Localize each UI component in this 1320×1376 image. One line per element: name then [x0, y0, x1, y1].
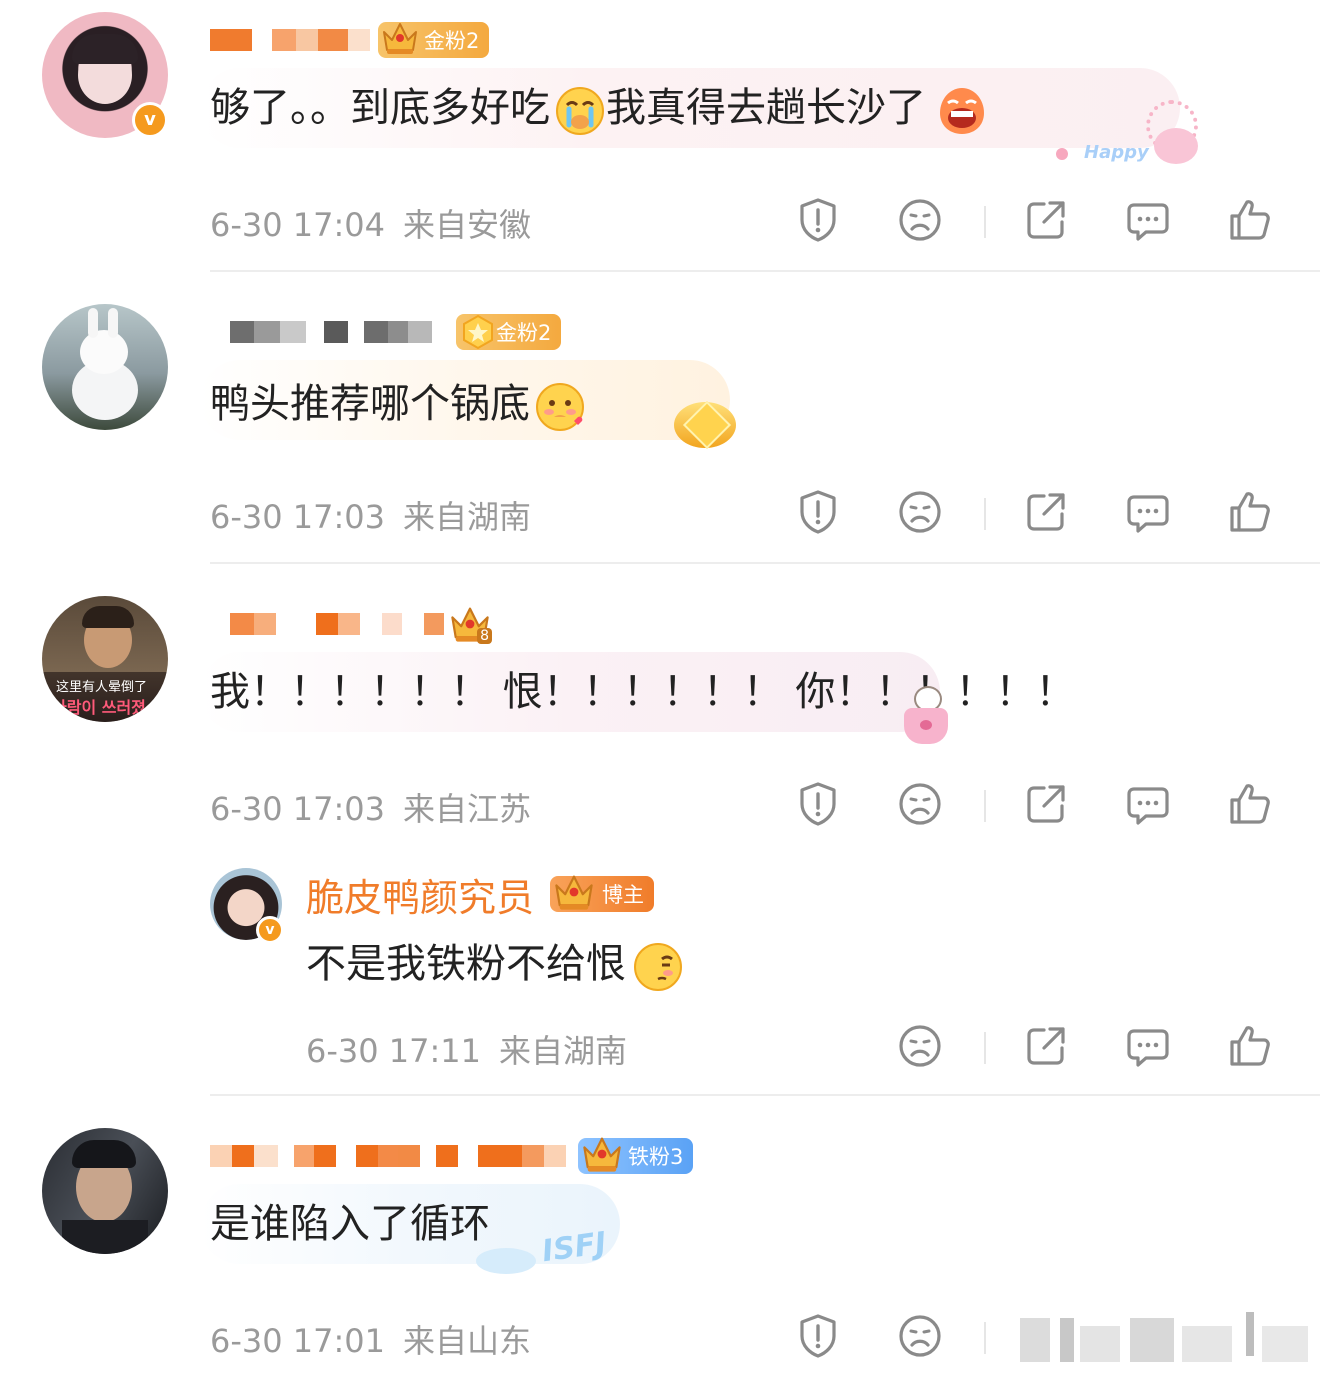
verified-badge-icon: v [132, 102, 168, 138]
username-row[interactable]: 金粉2 [210, 306, 562, 358]
pot-decoration [900, 684, 952, 746]
avatar[interactable]: 这里有人晕倒了 사람이 쓰러졌 [42, 596, 168, 722]
action-separator [984, 206, 986, 238]
reply-item: v 脆皮鸭颜究员 博主 不是我铁粉不给恨 6-30 17:11 来自湖南 [0, 864, 1320, 1070]
comment-text-part-2: 我真得去趟长沙了 [606, 85, 926, 131]
comment-divider [210, 562, 1320, 564]
comment-divider [210, 270, 1320, 272]
happy-decoration: Happy [1050, 100, 1200, 170]
reply-icon[interactable] [1124, 196, 1172, 244]
comment-divider [210, 1094, 1320, 1096]
comment-actions [0, 780, 1320, 836]
gold-medal-icon [458, 312, 498, 352]
comment-actions [0, 196, 1320, 252]
host-medal-label: 博主 [602, 883, 645, 907]
report-icon[interactable] [794, 1312, 842, 1360]
comment-text-part-1: 够了。。到底多好吃 [210, 85, 550, 131]
crown-icon [552, 870, 596, 914]
reply-text-part-1: 不是我铁粉不给恨 [306, 941, 626, 987]
avatar[interactable] [42, 1128, 168, 1254]
dislike-icon[interactable] [896, 780, 944, 828]
comment-text: 鸭头推荐哪个锅底 [210, 364, 586, 444]
crown-icon [380, 18, 420, 58]
watermark-bars [1010, 1312, 1310, 1364]
comment-text: 是谁陷入了循环 [210, 1184, 490, 1264]
comment-text-part-1: 是谁陷入了循环 [210, 1201, 490, 1247]
blushing-emoji-icon [534, 380, 586, 432]
verified-badge-icon: v [256, 916, 284, 944]
dislike-icon[interactable] [896, 1022, 944, 1070]
action-separator [984, 1322, 986, 1354]
reply-text: 不是我铁粉不给恨 [306, 924, 684, 1004]
username-row[interactable]: 金粉2 [210, 14, 490, 66]
action-separator [984, 1032, 986, 1064]
blurred-username [210, 1134, 566, 1178]
fan-medal[interactable]: 金粉2 [378, 22, 490, 58]
blurred-username [210, 310, 432, 354]
username-row[interactable]: 8 [210, 598, 498, 650]
fan-medal[interactable]: 铁粉3 [578, 1138, 694, 1174]
like-icon[interactable] [1226, 488, 1274, 536]
username-row[interactable]: 铁粉3 [210, 1130, 694, 1182]
medal-decoration [668, 392, 748, 452]
report-icon[interactable] [794, 488, 842, 536]
like-icon[interactable] [1226, 780, 1274, 828]
share-icon[interactable] [1022, 488, 1070, 536]
reply-actions [0, 1022, 1320, 1078]
host-username[interactable]: 脆皮鸭颜究员 [306, 867, 534, 922]
dislike-icon[interactable] [896, 196, 944, 244]
smirk-emoji-icon [632, 940, 684, 992]
comment-text: 够了。。到底多好吃 我真得去趟长沙了 [210, 68, 988, 148]
medal-level: 8 [477, 628, 492, 644]
share-icon[interactable] [1022, 780, 1070, 828]
reply-username-row[interactable]: 脆皮鸭颜究员 博主 [306, 867, 655, 922]
avatar-caption-ko: 사람이 쓰러졌 [52, 698, 146, 717]
blurred-username [210, 18, 370, 62]
action-separator [984, 498, 986, 530]
crying-emoji-icon [554, 84, 606, 136]
fan-medal-label: 金粉2 [424, 29, 480, 53]
avatar-caption: 这里有人晕倒了 [56, 680, 148, 695]
avatar[interactable] [42, 304, 168, 430]
like-icon[interactable] [1226, 1022, 1274, 1070]
crown-icon [580, 1132, 624, 1176]
reply-icon[interactable] [1124, 488, 1172, 536]
comment-actions [0, 488, 1320, 544]
report-icon[interactable] [794, 196, 842, 244]
laughing-emoji-icon [936, 84, 988, 136]
comment-text-part-1: 鸭头推荐哪个锅底 [210, 381, 530, 427]
fan-medal-label: 金粉2 [496, 321, 552, 345]
happy-tag: Happy [1084, 142, 1149, 163]
dislike-icon[interactable] [896, 488, 944, 536]
fan-medal[interactable]: 金粉2 [456, 312, 562, 352]
action-separator [984, 790, 986, 822]
dislike-icon[interactable] [896, 1312, 944, 1360]
reply-icon[interactable] [1124, 1022, 1172, 1070]
share-icon[interactable] [1022, 1022, 1070, 1070]
share-icon[interactable] [1022, 196, 1070, 244]
fan-medal-label: 铁粉3 [628, 1145, 684, 1169]
host-medal: 博主 [550, 876, 655, 912]
blurred-username [210, 602, 444, 646]
like-icon[interactable] [1226, 196, 1274, 244]
reply-icon[interactable] [1124, 780, 1172, 828]
isfj-tag: ISFJ [539, 1225, 609, 1270]
report-icon[interactable] [794, 780, 842, 828]
isfj-decoration: ISFJ [476, 1220, 636, 1280]
fan-medal[interactable]: 8 [448, 602, 498, 646]
